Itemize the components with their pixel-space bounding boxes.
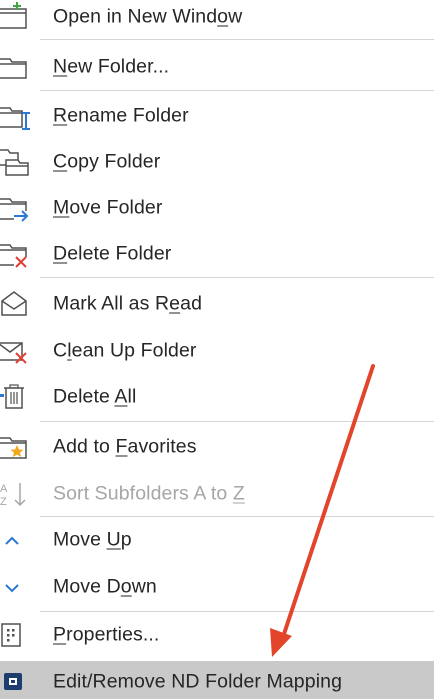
menu-item-delete-all[interactable]: Delete All xyxy=(0,375,434,419)
menu-item-move-down[interactable]: Move Down xyxy=(0,565,434,609)
folder-context-menu: Open in New Window New Folder... Rename … xyxy=(0,0,434,699)
menu-item-label: Open in New Window xyxy=(53,5,243,28)
menu-separator xyxy=(40,421,434,422)
menu-item-label: Copy Folder xyxy=(53,150,161,173)
menu-separator xyxy=(40,39,434,40)
menu-item-new-folder[interactable]: New Folder... xyxy=(0,45,434,89)
svg-text:Z: Z xyxy=(0,496,7,508)
menu-item-move-up[interactable]: Move Up xyxy=(0,518,434,562)
move-up-icon xyxy=(5,536,19,545)
svg-text:A: A xyxy=(0,483,8,495)
menu-item-copy-folder[interactable]: Copy Folder xyxy=(0,140,434,184)
mark-all-read-icon xyxy=(1,291,27,316)
menu-separator xyxy=(40,90,434,91)
properties-icon xyxy=(1,623,21,647)
delete-folder-icon xyxy=(0,244,27,268)
menu-item-delete-folder[interactable]: Delete Folder xyxy=(0,232,434,276)
sort-subfolders-icon: A Z xyxy=(0,483,26,508)
nd-folder-mapping-icon xyxy=(4,673,22,690)
menu-item-label: Rename Folder xyxy=(53,104,189,127)
copy-folder-icon xyxy=(0,149,29,176)
menu-item-label: Properties... xyxy=(53,623,160,646)
menu-item-add-to-favorites[interactable]: Add to Favorites xyxy=(0,425,434,469)
menu-item-rename-folder[interactable]: Rename Folder xyxy=(0,94,434,138)
menu-item-label: Delete All xyxy=(53,385,137,408)
menu-item-label: Move Folder xyxy=(53,196,163,219)
menu-item-sort-subfolders[interactable]: A Z Sort Subfolders A to Z xyxy=(0,472,434,516)
delete-all-icon xyxy=(0,384,24,409)
menu-separator xyxy=(40,611,434,612)
menu-separator xyxy=(40,277,434,278)
menu-separator xyxy=(40,516,434,517)
menu-item-label: Move Down xyxy=(53,575,157,598)
rename-folder-icon xyxy=(0,107,30,130)
menu-item-open-in-new-window[interactable]: Open in New Window xyxy=(0,0,434,39)
menu-item-properties[interactable]: Properties... xyxy=(0,613,434,657)
clean-up-folder-icon xyxy=(0,342,27,364)
menu-item-label: Move Up xyxy=(53,528,132,551)
menu-item-label: Edit/Remove ND Folder Mapping xyxy=(53,670,343,693)
menu-item-label: Sort Subfolders A to Z xyxy=(53,482,245,505)
menu-item-mark-all-as-read[interactable]: Mark All as Read xyxy=(0,282,434,326)
menu-item-move-folder[interactable]: Move Folder xyxy=(0,186,434,230)
menu-item-label: Mark All as Read xyxy=(53,292,203,315)
add-to-favorites-icon xyxy=(0,437,27,459)
menu-item-edit-remove-nd-folder-mapping[interactable]: Edit/Remove ND Folder Mapping xyxy=(0,661,434,699)
move-down-icon xyxy=(5,584,19,593)
move-folder-icon xyxy=(0,198,29,222)
open-new-window-icon xyxy=(0,2,27,29)
menu-item-label: Delete Folder xyxy=(53,242,172,265)
menu-item-label: Clean Up Folder xyxy=(53,339,197,362)
menu-item-label: New Folder... xyxy=(53,55,170,78)
menu-item-label: Add to Favorites xyxy=(53,435,197,458)
new-folder-icon xyxy=(0,58,27,79)
menu-item-clean-up-folder[interactable]: Clean Up Folder xyxy=(0,329,434,373)
